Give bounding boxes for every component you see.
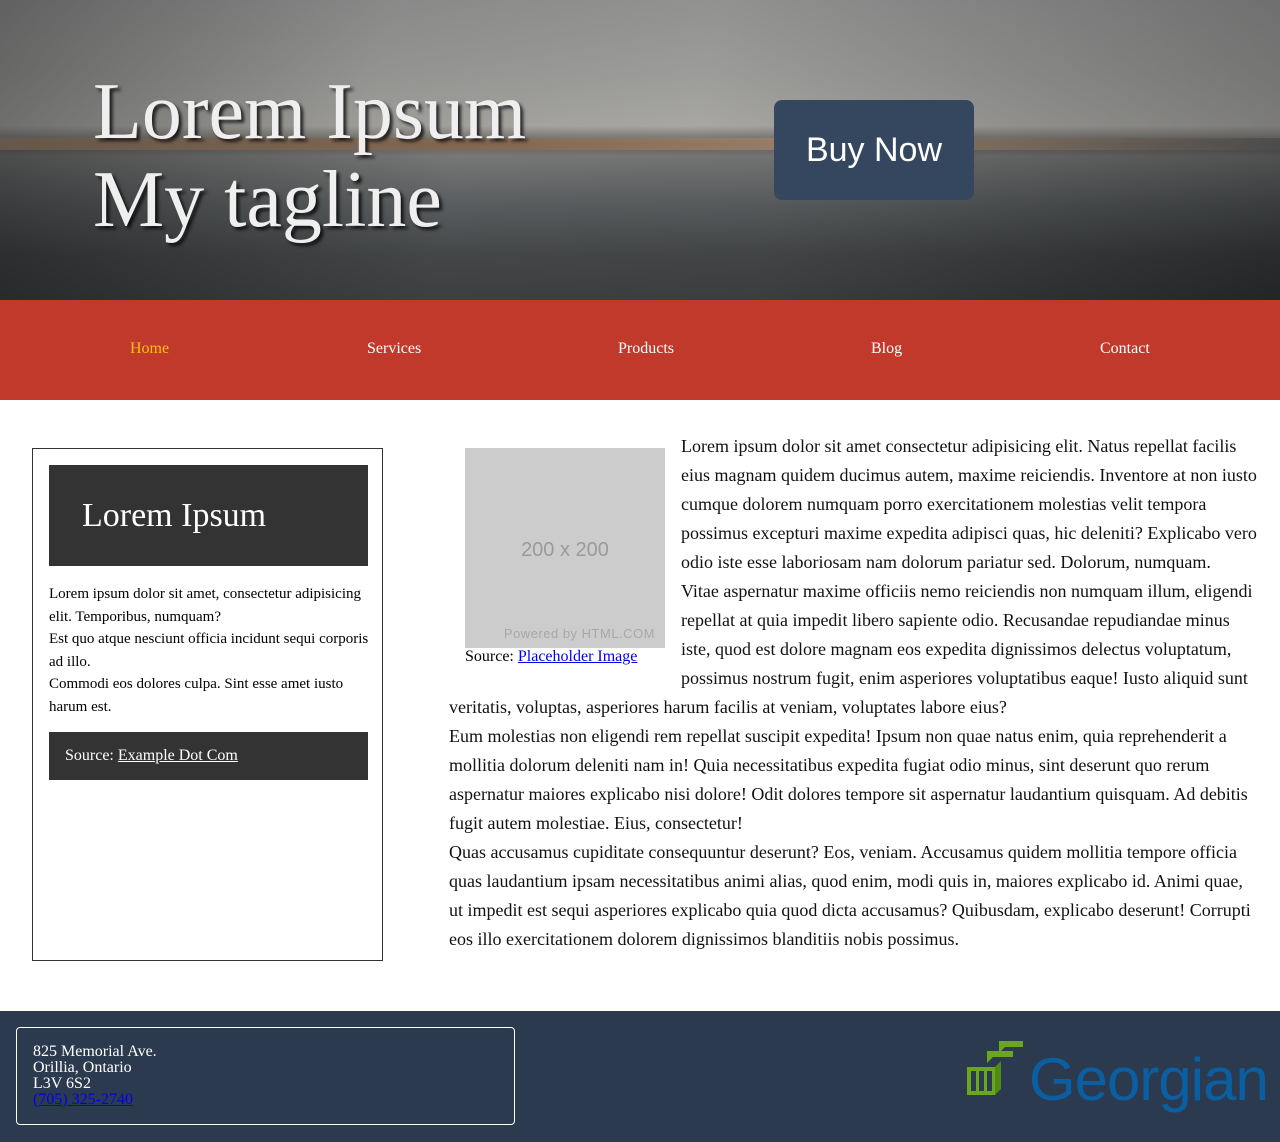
hero-title: Lorem Ipsum My tagline (93, 68, 526, 244)
caption-link[interactable]: Placeholder Image (518, 648, 638, 665)
nav-item-blog[interactable]: Blog (871, 340, 902, 358)
placeholder-powered-by: Powered by HTML.COM (503, 626, 655, 641)
georgian-logo: Georgian (965, 1039, 1269, 1117)
nav-item-services[interactable]: Services (367, 340, 421, 358)
figure-caption: Source: Placeholder Image (465, 648, 665, 666)
main-article: 200 x 200 Powered by HTML.COM Source: Pl… (449, 432, 1261, 954)
caption-label: Source: (465, 648, 514, 665)
placeholder-image: 200 x 200 Powered by HTML.COM (465, 448, 665, 648)
phone-link[interactable]: (705) 325-2740 (33, 1091, 133, 1108)
card-body: Lorem ipsum dolor sit amet, consectetur … (49, 583, 369, 718)
address-city: Orillia, Ontario (33, 1059, 132, 1076)
article-figure: 200 x 200 Powered by HTML.COM Source: Pl… (465, 448, 665, 666)
nav-item-contact[interactable]: Contact (1100, 340, 1150, 358)
card-source: Source: Example Dot Com (49, 732, 368, 780)
article-paragraph: Quas accusamus cupiditate consequuntur d… (449, 842, 1251, 949)
site-footer: 825 Memorial Ave. Orillia, Ontario L3V 6… (0, 1011, 1280, 1142)
address-postal: L3V 6S2 (33, 1075, 91, 1092)
footer-address: 825 Memorial Ave. Orillia, Ontario L3V 6… (16, 1027, 515, 1125)
placeholder-dimensions: 200 x 200 (521, 539, 609, 561)
buy-now-button[interactable]: Buy Now (774, 100, 974, 200)
sidebar-card: Lorem Ipsum Lorem ipsum dolor sit amet, … (32, 448, 383, 961)
card-header: Lorem Ipsum (49, 465, 368, 566)
nav-item-home[interactable]: Home (130, 340, 169, 358)
address-street: 825 Memorial Ave. (33, 1043, 157, 1060)
main-nav: Home Services Products Blog Contact (0, 300, 1280, 400)
nav-item-products[interactable]: Products (618, 340, 674, 358)
logo-wordmark: Georgian (1029, 1046, 1269, 1113)
hero-banner: Lorem Ipsum My tagline Buy Now (0, 0, 1280, 300)
article-paragraph: Eum molestias non eligendi rem repellat … (449, 726, 1248, 833)
card-paragraph: Est quo atque nesciunt officia incidunt … (49, 631, 369, 670)
georgian-logo-mark-icon (967, 1041, 1023, 1095)
card-source-label: Source: (65, 747, 114, 764)
card-paragraph: Commodi eos dolores culpa. Sint esse ame… (49, 676, 344, 715)
card-title: Lorem Ipsum (82, 497, 267, 534)
hero-tagline: My tagline (93, 156, 442, 244)
card-paragraph: Lorem ipsum dolor sit amet, consectetur … (49, 586, 362, 625)
card-source-link[interactable]: Example Dot Com (118, 747, 238, 764)
hero-title-line: Lorem Ipsum (93, 68, 527, 156)
